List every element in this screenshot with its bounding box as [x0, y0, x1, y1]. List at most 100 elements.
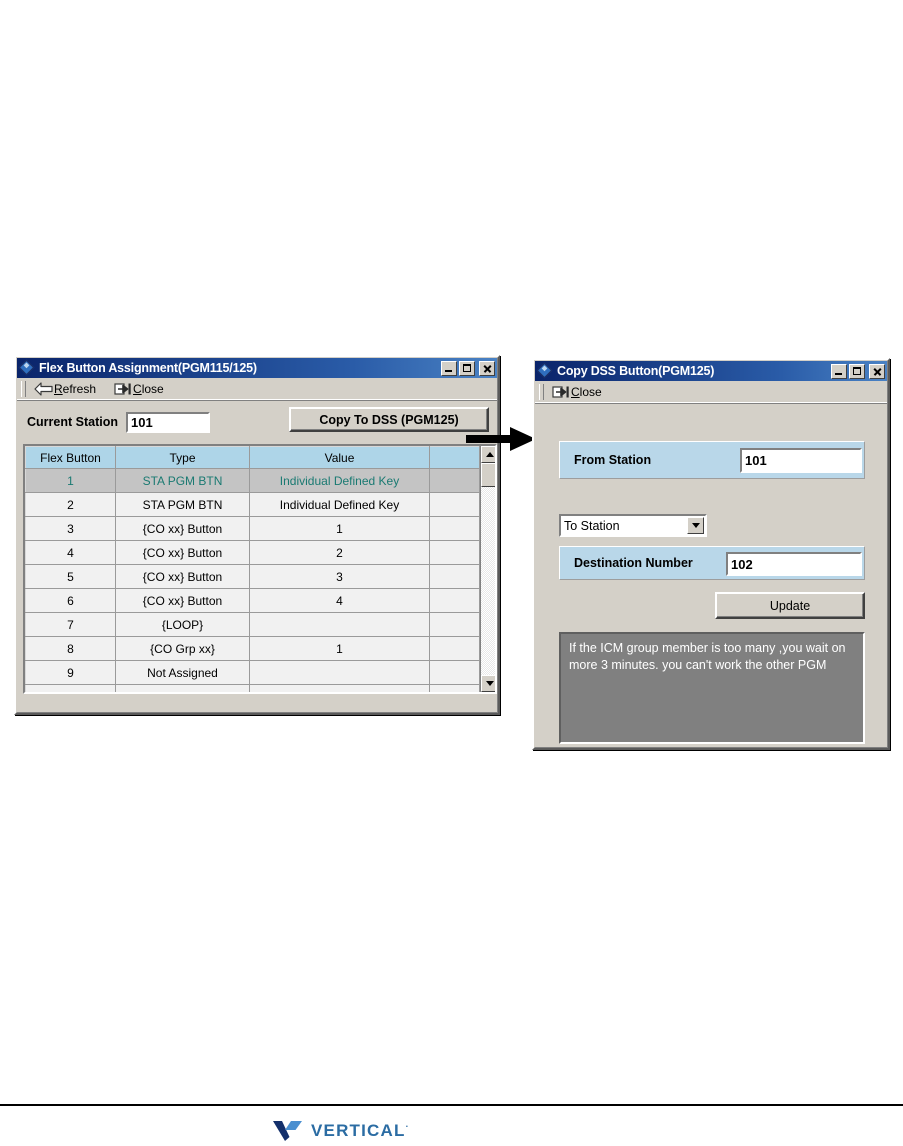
cell-value[interactable]: 1 — [249, 516, 430, 541]
cell-flex-button[interactable]: 9 — [25, 660, 116, 685]
table-row[interactable]: 7 {LOOP} — [25, 612, 480, 637]
cell-filler — [429, 684, 480, 692]
cell-flex-button[interactable]: 8 — [25, 636, 116, 661]
cell-filler — [429, 516, 480, 541]
destination-number-label: Destination Number — [574, 556, 693, 570]
toolbar: Refresh Close — [17, 378, 497, 401]
minimize-icon[interactable] — [441, 360, 457, 376]
scrollbar-thumb[interactable] — [481, 463, 495, 487]
maximize-icon[interactable] — [459, 360, 475, 376]
cell-type[interactable]: Not Assigned — [115, 660, 250, 685]
window-frame-inner: Copy DSS Button(PGM125) Close From Stati… — [534, 360, 888, 748]
cell-type[interactable]: {CO xx} Button — [115, 588, 250, 613]
table-row[interactable]: 4 {CO xx} Button 2 — [25, 540, 480, 565]
scrollbar-track[interactable] — [481, 487, 495, 675]
window-controls — [441, 360, 495, 376]
table-body: 1 STA PGM BTN Individual Defined Key 2 STA P… — [25, 468, 480, 692]
flow-arrow — [466, 427, 536, 451]
chevron-down-icon[interactable] — [687, 517, 704, 534]
logo-wordmark: VERTICAL — [311, 1121, 406, 1140]
cell-flex-button[interactable]: 6 — [25, 588, 116, 613]
copy-dss-button-window: Copy DSS Button(PGM125) Close From Stati… — [532, 358, 890, 750]
cell-value[interactable]: Individual Defined Key — [249, 492, 430, 517]
update-button[interactable]: Update — [715, 592, 865, 619]
cell-flex-button[interactable]: 1 — [25, 468, 116, 493]
table-row[interactable]: 8 {CO Grp xx} 1 — [25, 636, 480, 661]
grid-vertical-scrollbar[interactable] — [480, 446, 495, 692]
table-row[interactable]: 3 {CO xx} Button 1 — [25, 516, 480, 541]
window-title: Copy DSS Button(PGM125) — [557, 364, 715, 378]
from-station-label: From Station — [574, 453, 652, 467]
cell-type[interactable]: {CO xx} Button — [115, 516, 250, 541]
titlebar[interactable]: Flex Button Assignment(PGM115/125) — [17, 358, 497, 378]
to-station-select[interactable]: To Station — [559, 514, 707, 537]
cell-filler — [429, 540, 480, 565]
cell-value[interactable] — [249, 660, 430, 685]
cell-filler — [429, 636, 480, 661]
titlebar[interactable]: Copy DSS Button(PGM125) — [535, 361, 887, 381]
cell-filler — [429, 492, 480, 517]
cell-value[interactable]: 4 — [249, 588, 430, 613]
refresh-button[interactable]: Refresh — [34, 382, 96, 396]
logo-trademark: · — [405, 1121, 410, 1132]
close-icon[interactable] — [869, 363, 885, 379]
cell-filler — [429, 564, 480, 589]
cell-type[interactable] — [115, 684, 250, 692]
cell-type[interactable]: {CO xx} Button — [115, 564, 250, 589]
close-icon[interactable] — [479, 360, 495, 376]
column-header-flex-button[interactable]: Flex Button — [25, 446, 116, 469]
cell-type[interactable]: {CO Grp xx} — [115, 636, 250, 661]
flex-button-assignment-window: Flex Button Assignment(PGM115/125) Refre… — [14, 355, 500, 715]
cell-type[interactable]: {LOOP} — [115, 612, 250, 637]
cell-type[interactable]: STA PGM BTN — [115, 468, 250, 493]
maximize-icon[interactable] — [849, 363, 865, 379]
minimize-icon[interactable] — [831, 363, 847, 379]
table-row[interactable]: 5 {CO xx} Button 3 — [25, 564, 480, 589]
cell-flex-button[interactable] — [25, 684, 116, 692]
current-station-label: Current Station — [27, 415, 118, 429]
cell-flex-button[interactable]: 7 — [25, 612, 116, 637]
window-title: Flex Button Assignment(PGM115/125) — [39, 361, 257, 375]
scroll-down-icon[interactable] — [481, 675, 495, 692]
flex-button-table: Flex Button Type Value 1 STA PGM BTN Indiv… — [25, 446, 480, 692]
column-header-type[interactable]: Type — [115, 446, 250, 469]
cell-filler — [429, 612, 480, 637]
copy-window-body: From Station 101 To Station Destination … — [535, 404, 887, 747]
close-toolbar-button[interactable]: Close — [552, 385, 602, 399]
close-toolbar-button[interactable]: Close — [114, 382, 164, 396]
table-row[interactable]: 9 Not Assigned — [25, 660, 480, 685]
destination-number-row: Destination Number 102 — [559, 546, 865, 580]
cell-flex-button[interactable]: 2 — [25, 492, 116, 517]
close-toolbar-label: Close — [571, 385, 602, 399]
cell-flex-button[interactable]: 3 — [25, 516, 116, 541]
cell-value[interactable] — [249, 612, 430, 637]
toolbar-grip[interactable] — [539, 384, 544, 400]
cell-value[interactable]: 2 — [249, 540, 430, 565]
cell-flex-button[interactable]: 4 — [25, 540, 116, 565]
app-diamond-icon — [536, 362, 553, 379]
destination-number-input[interactable]: 102 — [726, 552, 862, 576]
table-row[interactable]: 1 STA PGM BTN Individual Defined Key — [25, 468, 480, 493]
from-station-input[interactable]: 101 — [740, 448, 862, 473]
cell-value[interactable]: 3 — [249, 564, 430, 589]
current-station-input[interactable]: 101 — [125, 411, 210, 433]
cell-value[interactable] — [249, 684, 430, 692]
toolbar-grip[interactable] — [21, 381, 26, 397]
cell-type[interactable]: STA PGM BTN — [115, 492, 250, 517]
footer-divider — [0, 1104, 903, 1106]
cell-value[interactable]: 1 — [249, 636, 430, 661]
copy-to-dss-button[interactable]: Copy To DSS (PGM125) — [289, 407, 489, 432]
cell-filler — [429, 468, 480, 493]
from-station-row: From Station 101 — [559, 441, 865, 479]
table-header-row: Flex Button Type Value — [25, 446, 480, 469]
table-row[interactable]: 6 {CO xx} Button 4 — [25, 588, 480, 613]
table-row[interactable]: 2 STA PGM BTN Individual Defined Key — [25, 492, 480, 517]
refresh-label: Refresh — [54, 382, 97, 396]
message-box: If the ICM group member is too many ,you… — [559, 632, 865, 744]
cell-type[interactable]: {CO xx} Button — [115, 540, 250, 565]
column-header-value[interactable]: Value — [249, 446, 430, 469]
cell-value[interactable]: Individual Defined Key — [249, 468, 430, 493]
table-row[interactable] — [25, 684, 480, 692]
cell-flex-button[interactable]: 5 — [25, 564, 116, 589]
app-diamond-icon — [18, 359, 35, 376]
